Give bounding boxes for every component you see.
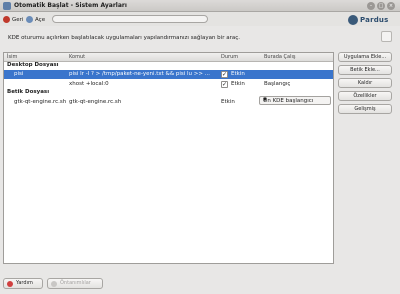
back-button[interactable]: Geri <box>3 15 23 24</box>
row-status: Etkin <box>231 71 245 77</box>
add-program-button[interactable]: Uygulama Ekle... <box>338 52 392 62</box>
row-status: Etkin <box>221 99 235 105</box>
chevron-down-icon: ▼ <box>263 97 267 103</box>
toolbar: Geri Açe <box>0 12 400 26</box>
row-status: Etkin <box>231 81 245 87</box>
help-button[interactable]: Yardım <box>3 278 43 289</box>
group-desktop-file[interactable]: Desktop Dosyası <box>7 62 59 68</box>
group-script-file[interactable]: Betik Dosyası <box>7 89 49 95</box>
add-script-button[interactable]: Betik Ekle... <box>338 65 392 75</box>
properties-button[interactable]: Özellikler <box>338 91 392 101</box>
help-icon <box>7 281 13 287</box>
column-header-status[interactable]: Durum <box>221 54 238 60</box>
window-title: Otomatik Başlat - Sistem Ayarları <box>14 2 127 9</box>
column-header-name[interactable]: İsim <box>7 54 17 60</box>
advanced-button[interactable]: Gelişmiş <box>338 104 392 114</box>
row-command: xhost +local:0 <box>69 81 109 87</box>
back-arrow-icon <box>3 16 10 23</box>
overview-button[interactable]: Açe <box>26 15 45 24</box>
defaults-button[interactable]: Öntanımlılar <box>47 278 103 289</box>
defaults-button-label: Öntanımlılar <box>60 280 91 286</box>
pardus-logo: Pardus <box>348 14 388 26</box>
app-icon <box>3 2 11 10</box>
pardus-cat-icon <box>348 15 358 25</box>
minimize-icon[interactable]: – <box>367 2 375 10</box>
row-name: pisi <box>14 71 24 77</box>
autostart-module-icon <box>381 31 392 42</box>
bottom-bar: Yardım Öntanımlılar <box>0 276 400 290</box>
autostart-table[interactable]: İsim Komut Durum Burada Çalış Desktop Do… <box>3 52 334 264</box>
defaults-icon <box>51 281 57 287</box>
overview-button-label: Açe <box>35 16 46 23</box>
table-row[interactable]: xhost +local:0 ✓ Etkin Başlangıç <box>4 80 333 89</box>
back-button-label: Geri <box>12 16 24 23</box>
help-button-label: Yardım <box>16 280 33 286</box>
search-input[interactable] <box>52 15 208 23</box>
overview-icon <box>26 16 33 23</box>
row-command: gtk-qt-engine.rc.sh <box>69 99 122 105</box>
logo-text: Pardus <box>360 16 389 24</box>
run-on-select[interactable]: Ön KDE başlangıcı ▼ <box>259 96 331 105</box>
table-header: İsim Komut Durum Burada Çalış <box>4 53 333 62</box>
close-icon[interactable]: × <box>387 2 395 10</box>
page-description: KDE oturumu açılırken başlatılacak uygul… <box>8 35 240 41</box>
enabled-checkbox[interactable]: ✓ <box>221 71 228 78</box>
enabled-checkbox[interactable]: ✓ <box>221 81 228 88</box>
column-header-command[interactable]: Komut <box>69 54 85 60</box>
row-name: gtk-qt-engine.rc.sh <box>14 99 67 105</box>
row-run-on: Başlangıç <box>264 81 291 87</box>
row-command: pisi lr -l ? > /tmp/paket-ne-yeni.txt &&… <box>69 71 211 77</box>
table-row[interactable]: pisi pisi lr -l ? > /tmp/paket-ne-yeni.t… <box>4 70 333 79</box>
title-bar: Otomatik Başlat - Sistem Ayarları – □ × <box>0 0 400 12</box>
column-header-run-on[interactable]: Burada Çalış <box>264 54 295 60</box>
maximize-icon[interactable]: □ <box>377 2 385 10</box>
remove-button[interactable]: Kaldır <box>338 78 392 88</box>
